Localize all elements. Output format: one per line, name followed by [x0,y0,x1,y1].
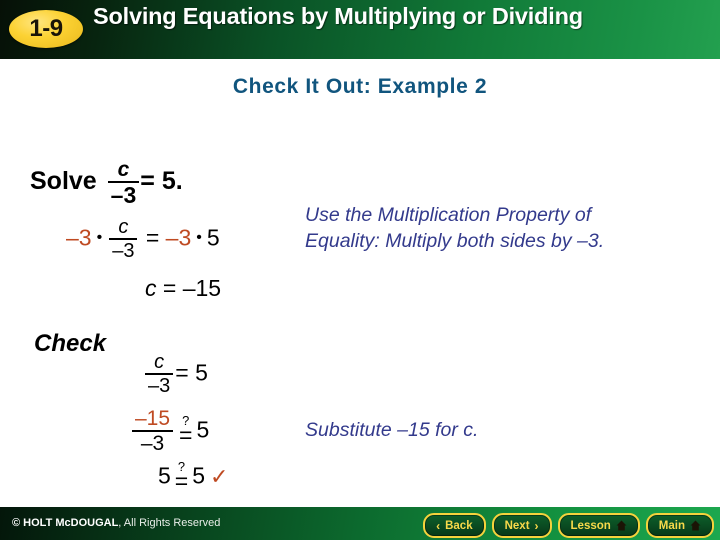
fraction-numerator: c [118,216,129,238]
chevron-right-icon: › [534,518,539,533]
fraction-c-over-neg3: c –3 [109,216,138,262]
home-icon [690,520,701,531]
multiplication-dot-icon: • [96,229,103,247]
fraction-denominator: –3 [107,181,140,207]
fraction-c-over-neg3: c –3 [107,158,140,208]
check-equation-substituted: –15 –3 ? = 5 [130,408,209,455]
solve-right-side: 5. [161,167,183,196]
right-factor: –3 [165,224,192,251]
result-variable: c [145,275,157,301]
lesson-button-label: Lesson [570,519,611,532]
multiplication-dot-icon: • [196,229,202,247]
navigation-buttons: ‹ Back Next › Lesson Main [423,513,714,538]
check-left-side: 5 [158,462,171,489]
check-right-side: 5 [192,462,206,489]
lesson-number-badge: 1-9 [9,10,83,48]
result-value: –15 [182,275,222,301]
fraction-denominator: –3 [132,430,174,455]
worked-example-area: Solve c –3 = 5. –3 • c –3 = –3 • 5 c = –15 … [0,140,720,495]
equals-sign: = [140,167,155,196]
equation-result: c = –15 [145,275,221,302]
solve-label: Solve [30,167,97,196]
fraction-denominator: –3 [145,373,174,397]
note-substitute: Substitute –15 for c. [305,419,479,441]
equation-solve: Solve c –3 = 5. [30,158,183,208]
chevron-left-icon: ‹ [436,518,441,533]
slide-footer: © HOLT McDOUGAL, All Rights Reserved ‹ B… [0,507,720,540]
equals-sign: = [175,359,189,386]
left-factor: –3 [66,224,92,251]
main-button-label: Main [658,519,685,532]
check-right-side: 5 [196,416,210,443]
check-right-side: 5 [195,359,208,386]
back-button[interactable]: ‹ Back [423,513,486,538]
home-icon [616,520,627,531]
equals-sign: = [162,275,177,301]
fraction-neg15-over-neg3: –15 –3 [132,407,174,455]
lesson-home-button[interactable]: Lesson [557,513,640,538]
fraction-numerator: –15 [135,407,171,430]
equation-multiply-both-sides: –3 • c –3 = –3 • 5 [66,217,220,262]
copyright-publisher: © HOLT McDOUGAL [12,517,119,529]
checkmark-icon: ✓ [210,463,229,489]
example-subtitle: Check It Out: Example 2 [232,75,488,98]
check-equation-verified: 5 ? = 5 ✓ [158,460,229,494]
next-button[interactable]: Next › [491,513,552,538]
equals-sign: = [145,224,160,251]
equals-sign: = [174,468,189,494]
check-heading: Check [34,330,107,357]
next-button-label: Next [504,519,530,532]
right-value: 5 [206,224,220,251]
equals-sign: = [179,421,193,448]
slide-header: 1-9 Solving Equations by Multiplying or … [0,0,720,59]
check-equation-original: c –3 = 5 [143,352,208,397]
fraction-denominator: –3 [109,238,138,262]
copyright-text: © HOLT McDOUGAL, All Rights Reserved [12,517,220,529]
back-button-label: Back [445,519,473,532]
copyright-rights: , All Rights Reserved [118,517,221,529]
is-equal-to-sign: ? = [174,460,189,494]
fraction-numerator: c [154,351,165,373]
fraction-c-over-neg3: c –3 [145,351,174,397]
lesson-number-label: 1-9 [29,15,63,42]
note-multiplication-property: Use the Multiplication Property of Equal… [305,204,605,252]
page-title: Solving Equations by Multiplying or Divi… [93,3,583,29]
fraction-numerator: c [117,158,130,181]
main-home-button[interactable]: Main [645,513,714,538]
is-equal-to-sign: ? = [179,414,193,448]
